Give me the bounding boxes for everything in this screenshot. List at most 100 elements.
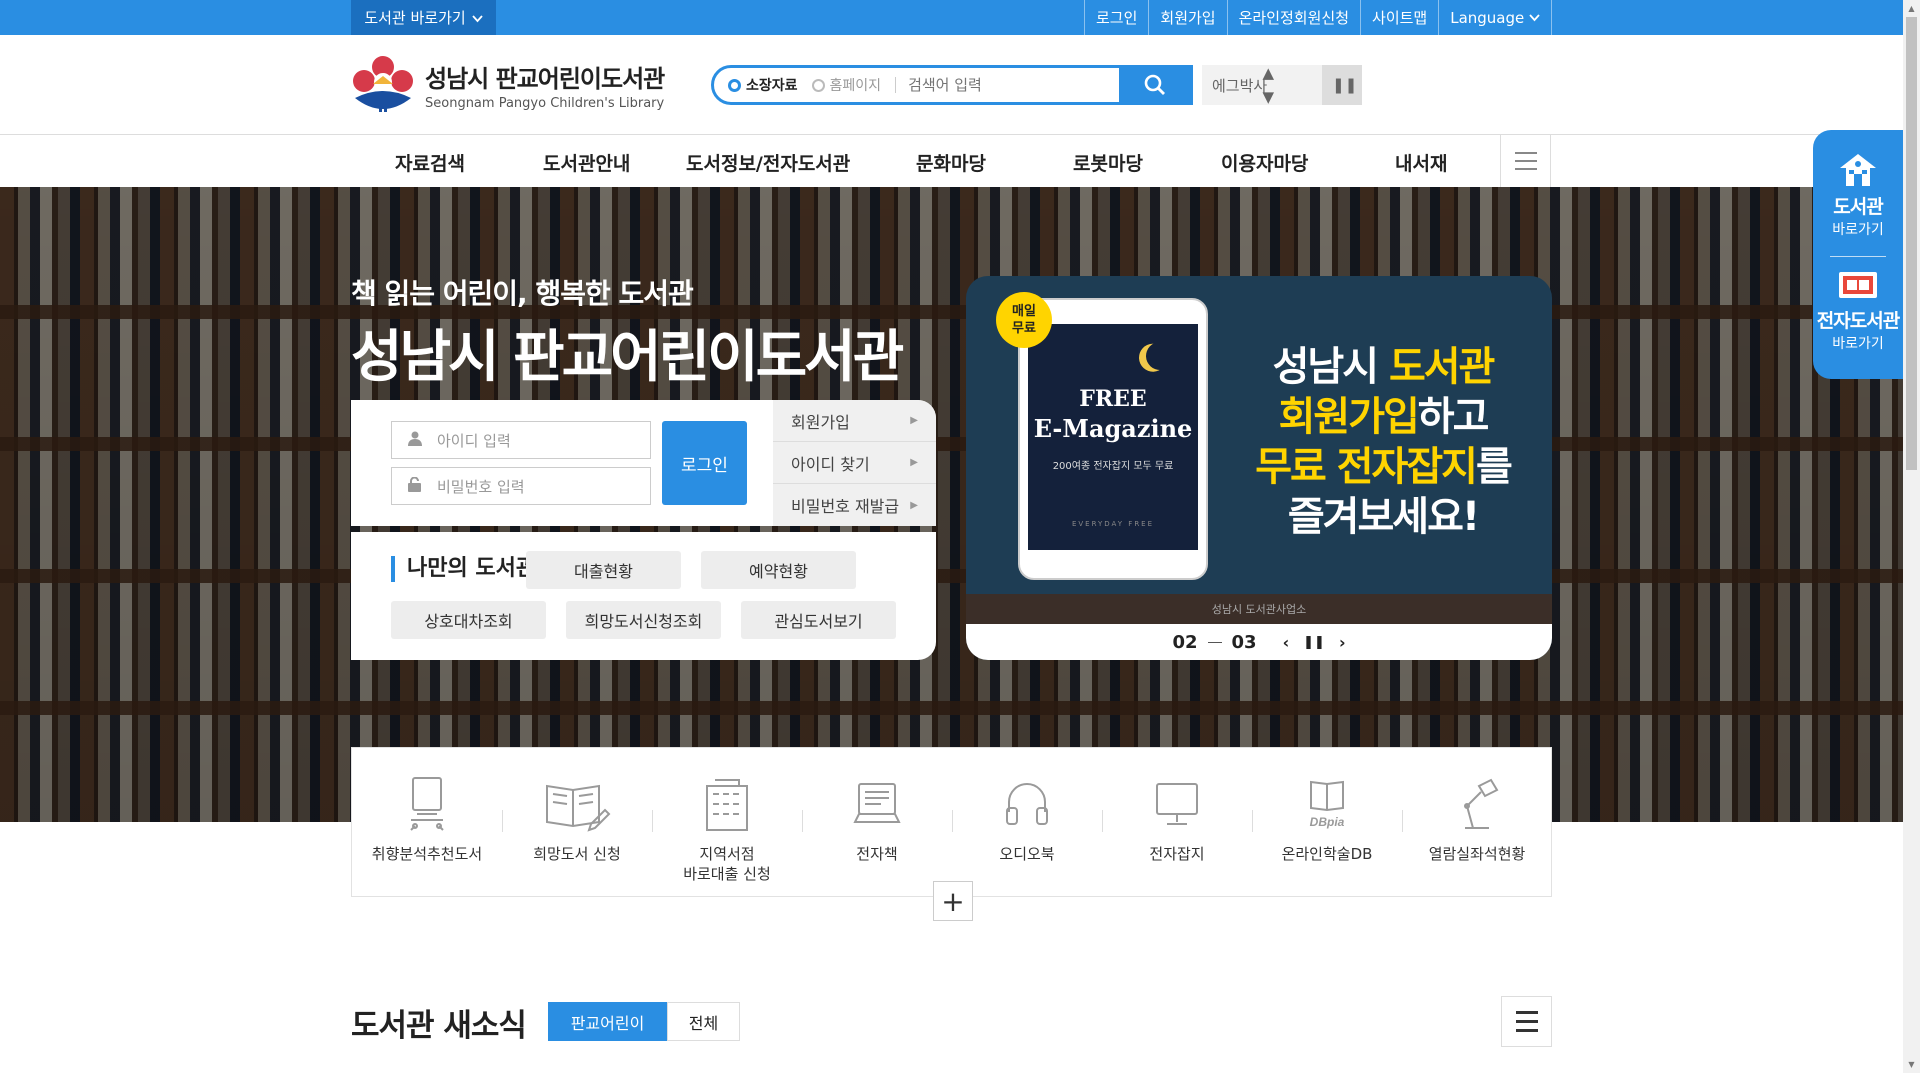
search-option-homepage[interactable]: 홈페이지 <box>811 75 881 95</box>
library-building-icon <box>1840 154 1876 186</box>
quick-menu: 취향분석추천도서 희망도서 신청 지역서점 바로대출 신청 전자책 오디오북 전… <box>351 747 1552 897</box>
join-label: 회원가입 <box>791 412 850 432</box>
quick-item-label: 지역서점 바로대출 신청 <box>683 845 771 883</box>
chevron-right-icon[interactable]: › <box>1339 633 1346 652</box>
library-shortcut-dropdown[interactable]: 도서관 바로가기 <box>351 0 496 35</box>
banner-current-index: 02 <box>1172 631 1198 653</box>
search-option-label: 소장자료 <box>746 78 798 94</box>
my-library-box: 나만의 도서관 대출현황 예약현황 상호대차조회 희망도서신청조회 관심도서보기 <box>351 532 936 660</box>
login-links: 회원가입 ▶ 아이디 찾기 ▶ 비밀번호 재발급 ▶ <box>773 400 936 526</box>
main-navigation: 자료검색 도서관안내 도서정보/전자도서관 문화마당 로봇마당 이용자마당 내서… <box>351 135 1551 187</box>
side-elibrary-shortcut[interactable]: 전자도서관 바로가기 <box>1813 270 1903 353</box>
nav-item-book-info[interactable]: 도서정보/전자도서관 <box>686 149 850 176</box>
side-item-subtitle: 바로가기 <box>1832 336 1884 352</box>
pause-icon: ❚❚ <box>1332 76 1358 94</box>
divider <box>1207 641 1222 643</box>
quick-item-ebook[interactable]: 전자책 <box>802 776 952 864</box>
utility-links: 로그인 회원가입 온라인정회원신청 사이트맵 Language <box>1084 0 1553 35</box>
free-badge-label: 매일 무료 <box>1012 304 1036 336</box>
logo-title: 성남시 판교어린이도서관 <box>425 65 665 93</box>
chevron-left-icon[interactable]: ‹ <box>1283 633 1290 652</box>
join-link[interactable]: 회원가입 ▶ <box>773 400 936 442</box>
interlibrary-loan-button[interactable]: 상호대차조회 <box>391 601 546 639</box>
free-badge: 매일 무료 <box>996 292 1052 348</box>
news-more-button[interactable] <box>1501 996 1552 1047</box>
search-option-collection[interactable]: 소장자료 <box>728 75 798 95</box>
site-header: 성남시 판교어린이도서관 Seongnam Pangyo Children's … <box>0 35 1903 135</box>
nav-item-robot[interactable]: 로봇마당 <box>1073 149 1143 176</box>
tablet-description: 200여종 전자잡지 모두 무료 <box>1052 461 1174 472</box>
library-logo[interactable]: 성남시 판교어린이도서관 Seongnam Pangyo Children's … <box>351 54 665 116</box>
quick-item-reading-room[interactable]: 열람실좌석현황 <box>1402 776 1552 864</box>
nav-item-culture[interactable]: 문화마당 <box>916 149 986 176</box>
headphones-icon <box>1006 783 1048 825</box>
hero-title: 성남시 판교어린이도서관 <box>351 325 904 390</box>
loan-status-button[interactable]: 대출현황 <box>526 551 681 589</box>
all-menu-button[interactable] <box>1500 135 1551 187</box>
online-member-link[interactable]: 온라인정회원신청 <box>1226 0 1360 35</box>
quick-item-audiobook[interactable]: 오디오북 <box>952 776 1102 864</box>
chevron-down-icon <box>1529 13 1540 21</box>
quick-item-online-db[interactable]: DBpia 온라인학술DB <box>1252 776 1402 864</box>
headline-part: 즐겨보세요! <box>1287 494 1480 540</box>
radio-unselected-icon <box>811 78 825 92</box>
quick-item-recommended-books[interactable]: 취향분석추천도서 <box>352 776 502 864</box>
language-dropdown[interactable]: Language <box>1438 0 1553 35</box>
id-field[interactable]: 아이디 입력 <box>391 421 651 459</box>
radio-selected-icon <box>728 78 741 92</box>
banner-total-count: 03 <box>1231 631 1257 653</box>
quick-item-label: 취향분석추천도서 <box>371 845 483 863</box>
building-icon <box>706 779 748 831</box>
reservation-status-button[interactable]: 예약현황 <box>701 551 856 589</box>
language-label: Language <box>1450 8 1525 27</box>
expand-quick-menu-button[interactable]: + <box>933 881 973 921</box>
popular-keyword-ticker: 에그박사 ▲ ▼ ❚❚ <box>1202 64 1362 106</box>
top-utility-bar: 도서관 바로가기 로그인 회원가입 온라인정회원신청 사이트맵 Language <box>0 0 1903 35</box>
quick-item-emagazine[interactable]: 전자잡지 <box>1102 776 1252 864</box>
reset-password-link[interactable]: 비밀번호 재발급 ▶ <box>773 484 936 526</box>
dbpia-icon: DBpia <box>1310 780 1345 829</box>
nav-item-my-library[interactable]: 내서재 <box>1395 149 1447 176</box>
scrollbar-thumb[interactable] <box>1906 17 1917 470</box>
tab-all[interactable]: 전체 <box>667 1002 740 1041</box>
user-icon <box>392 431 437 450</box>
login-button[interactable]: 로그인 <box>662 421 747 505</box>
scroll-down-icon[interactable]: ▼ <box>1903 1056 1920 1073</box>
reset-password-label: 비밀번호 재발급 <box>791 497 900 516</box>
quick-item-label: 오디오북 <box>999 845 1055 863</box>
headline-highlight: 회원가입 <box>1278 394 1420 440</box>
moon-icon <box>1142 338 1178 374</box>
kiosk-icon <box>410 777 444 831</box>
login-link[interactable]: 로그인 <box>1084 0 1148 35</box>
nav-item-search[interactable]: 자료검색 <box>395 149 465 176</box>
ticker-pause-button[interactable]: ❚❚ <box>1322 65 1362 105</box>
library-shortcut-label: 도서관 바로가기 <box>364 9 466 27</box>
side-quick-links: 도서관 바로가기 전자도서관 바로가기 <box>1813 130 1903 379</box>
find-id-link[interactable]: 아이디 찾기 ▶ <box>773 442 936 484</box>
quick-item-wish-book[interactable]: 희망도서 신청 <box>502 776 652 864</box>
tab-pangyo-children[interactable]: 판교어린이 <box>548 1002 667 1041</box>
nav-item-user[interactable]: 이용자마당 <box>1221 149 1308 176</box>
hamburger-icon <box>1514 152 1537 154</box>
headline-part: 를 <box>1475 444 1513 490</box>
password-placeholder: 비밀번호 입력 <box>437 477 525 496</box>
favorite-books-button[interactable]: 관심도서보기 <box>741 601 896 639</box>
quick-item-label: 온라인학술DB <box>1281 845 1373 863</box>
pause-icon[interactable]: ❚❚ <box>1303 635 1325 650</box>
join-link[interactable]: 회원가입 <box>1148 0 1226 35</box>
tablet-illustration: FREE E-Magazine 200여종 전자잡지 모두 무료 EVERYDA… <box>1018 298 1208 580</box>
desk-lamp-icon <box>1464 778 1499 829</box>
tablet-magazine-text: E-Magazine <box>1033 414 1193 443</box>
password-field[interactable]: 비밀번호 입력 <box>391 467 651 505</box>
arrow-right-icon: ▶ <box>910 415 918 426</box>
nav-item-library-info[interactable]: 도서관안내 <box>543 149 630 176</box>
scroll-up-icon[interactable]: ▲ <box>1903 0 1920 17</box>
quick-item-local-bookstore[interactable]: 지역서점 바로대출 신청 <box>652 776 802 884</box>
sitemap-link[interactable]: 사이트맵 <box>1360 0 1438 35</box>
promo-banner[interactable]: FREE E-Magazine 200여종 전자잡지 모두 무료 EVERYDA… <box>966 276 1552 660</box>
search-button[interactable] <box>1119 65 1191 105</box>
banner-controls: 02 03 ‹ ❚❚ › <box>966 624 1552 660</box>
wish-book-status-button[interactable]: 희망도서신청조회 <box>566 601 721 639</box>
side-library-shortcut[interactable]: 도서관 바로가기 <box>1813 152 1903 239</box>
search-input[interactable] <box>908 76 1109 94</box>
